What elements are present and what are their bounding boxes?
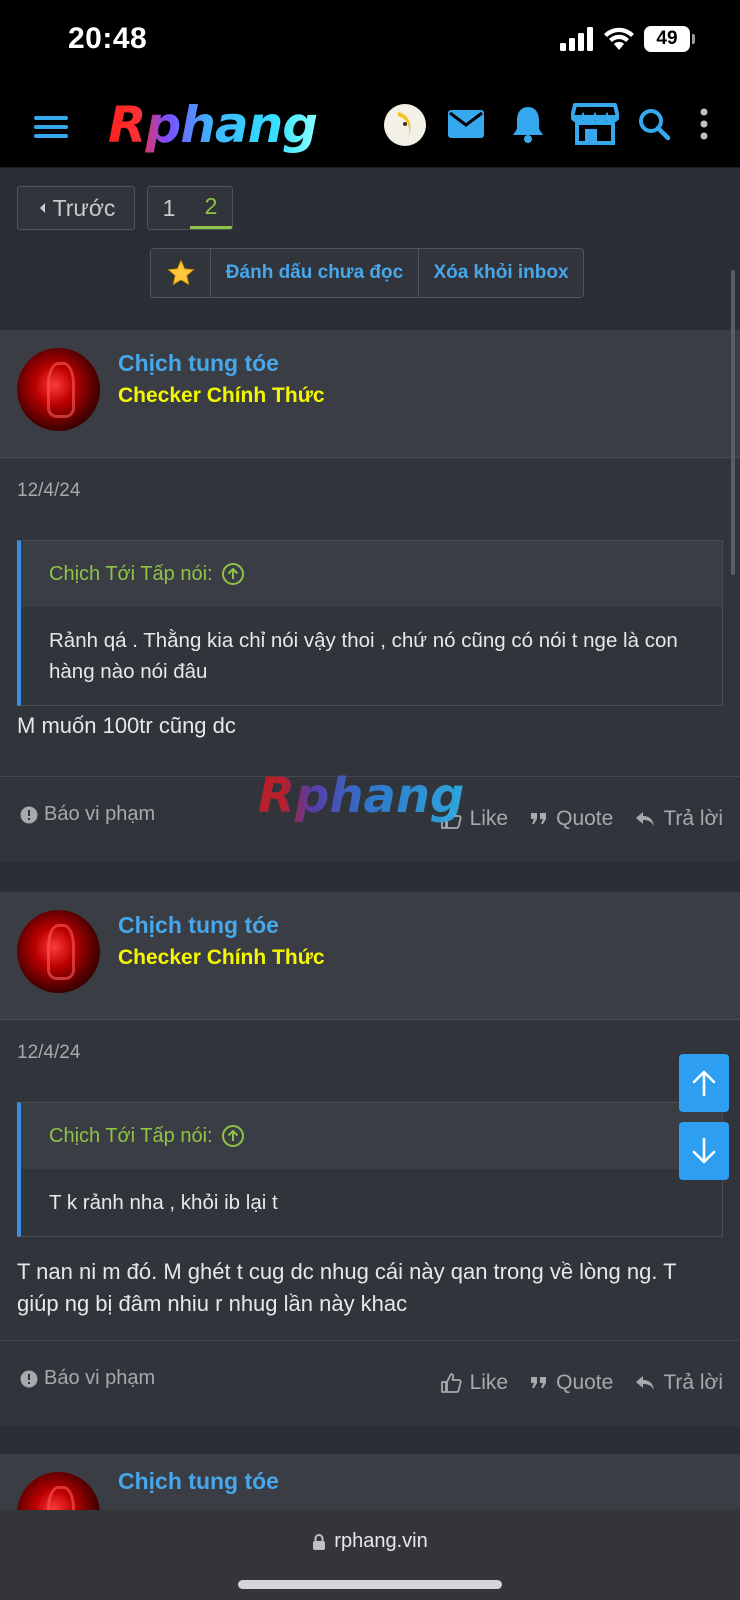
report-button[interactable]: Báo vi phạm xyxy=(20,803,155,826)
battery-icon: 49 xyxy=(644,26,695,52)
status-bar: 20:48 49 xyxy=(0,0,740,84)
reply-icon xyxy=(636,812,655,826)
alert-icon xyxy=(20,806,38,823)
page-1-link[interactable]: 1 xyxy=(148,187,190,229)
alert-icon xyxy=(20,1370,38,1387)
signal-icon xyxy=(560,27,593,51)
quote-header[interactable]: Chịch Tới Tấp nói: xyxy=(21,1103,722,1169)
more-options-icon[interactable] xyxy=(693,104,715,144)
quote-label: Quote xyxy=(556,1371,614,1394)
author-name[interactable]: Chịch tung tóe xyxy=(118,1468,279,1495)
search-icon[interactable] xyxy=(636,106,672,142)
page-scrollbar[interactable] xyxy=(731,270,735,575)
scroll-top-button[interactable] xyxy=(679,1054,729,1112)
author-avatar[interactable] xyxy=(17,348,100,431)
status-icons: 49 xyxy=(560,26,695,52)
post-date[interactable]: 12/4/24 xyxy=(17,1042,80,1064)
reply-label: Trả lời xyxy=(663,807,723,830)
mail-icon[interactable] xyxy=(446,104,486,144)
author-name[interactable]: Chịch tung tóe xyxy=(118,912,279,939)
post-2: Chịch tung tóe Checker Chính Thức 12/4/2… xyxy=(0,892,740,1426)
report-button[interactable]: Báo vi phạm xyxy=(20,1367,155,1390)
arrow-up-circle-icon xyxy=(221,563,244,585)
caret-left-icon xyxy=(39,203,45,213)
reply-label: Trả lời xyxy=(663,1371,723,1394)
like-button[interactable]: Like xyxy=(440,1371,509,1395)
user-avatar[interactable] xyxy=(384,104,426,146)
browser-bottom-bar: rphang.vin xyxy=(0,1510,740,1600)
quote-author: Chịch Tới Tấp nói: xyxy=(49,562,213,585)
author-name[interactable]: Chịch tung tóe xyxy=(118,350,279,377)
quote-button[interactable]: Quote xyxy=(530,1371,613,1395)
post-actions: Like Quote Trả lời xyxy=(440,1371,723,1395)
quote-text: Rảnh qá . Thằng kia chỉ nói vậy thoi , c… xyxy=(21,607,722,705)
bell-icon[interactable] xyxy=(508,102,548,146)
store-icon[interactable] xyxy=(570,102,620,146)
star-icon xyxy=(167,259,194,286)
quote-label: Quote xyxy=(556,807,614,830)
post-header: Chịch tung tóe Checker Chính Thức xyxy=(0,892,740,1020)
banana-avatar-icon xyxy=(398,112,411,138)
post-date[interactable]: 12/4/24 xyxy=(17,480,80,502)
like-label: Like xyxy=(469,807,509,830)
prev-page-label: Trước xyxy=(52,194,116,221)
pagination: Trước 1 2 xyxy=(17,186,233,230)
scroll-bottom-button[interactable] xyxy=(679,1122,729,1180)
post-header: Chịch tung tóe xyxy=(0,1454,740,1510)
report-label: Báo vi phạm xyxy=(44,1367,156,1389)
quote-marks-icon xyxy=(531,813,547,824)
author-avatar[interactable] xyxy=(17,910,100,993)
thread-action-bar: Đánh dấu chưa đọc Xóa khỏi inbox xyxy=(150,248,584,298)
home-indicator[interactable] xyxy=(238,1580,502,1589)
report-label: Báo vi phạm xyxy=(44,803,156,825)
post-footer: Báo vi phạm Like Quote Trả lời xyxy=(0,1340,740,1424)
quote-text: T k rảnh nha , khỏi ib lại t xyxy=(21,1169,722,1236)
post-text: M muốn 100tr cũng dc xyxy=(17,713,236,738)
arrow-up-icon xyxy=(692,1070,716,1097)
page-numbers: 1 2 xyxy=(147,186,233,230)
arrow-down-icon xyxy=(692,1137,716,1164)
address-bar[interactable]: rphang.vin xyxy=(0,1530,740,1553)
top-navbar: Rphang xyxy=(0,84,740,168)
quote-button[interactable]: Quote xyxy=(530,807,613,831)
quote-author: Chịch Tới Tấp nói: xyxy=(49,1124,213,1147)
author-avatar[interactable] xyxy=(17,1472,100,1510)
post-actions: Like Quote Trả lời xyxy=(440,807,723,831)
lock-icon xyxy=(313,1533,326,1550)
post-text: T nan ni m đó. M ghét t cug dc nhug cái … xyxy=(17,1259,677,1316)
status-time: 20:48 xyxy=(68,22,148,55)
url-text: rphang.vin xyxy=(334,1530,428,1552)
like-label: Like xyxy=(469,1371,509,1394)
post-header: Chịch tung tóe Checker Chính Thức xyxy=(0,330,740,458)
post-3: Chịch tung tóe xyxy=(0,1454,740,1510)
mark-unread-button[interactable]: Đánh dấu chưa đọc xyxy=(211,249,419,297)
quote-header[interactable]: Chịch Tới Tấp nói: xyxy=(21,541,722,607)
prev-page-button[interactable]: Trước xyxy=(17,186,135,230)
reply-button[interactable]: Trả lời xyxy=(635,1371,723,1395)
remove-inbox-button[interactable]: Xóa khỏi inbox xyxy=(419,249,583,297)
watermark-logo: Rphang xyxy=(258,768,465,824)
page-2-link[interactable]: 2 xyxy=(190,187,232,229)
wifi-icon xyxy=(604,27,634,50)
bookmark-star-button[interactable] xyxy=(151,249,211,297)
menu-icon[interactable] xyxy=(32,108,70,146)
arrow-up-circle-icon xyxy=(221,1125,244,1147)
site-logo[interactable]: Rphang xyxy=(108,96,318,154)
thumbs-up-icon xyxy=(440,1373,462,1393)
user-title: Checker Chính Thức xyxy=(118,946,325,969)
quote-block: Chịch Tới Tấp nói: T k rảnh nha , khỏi i… xyxy=(17,1102,723,1237)
reply-button[interactable]: Trả lời xyxy=(635,807,723,831)
reply-icon xyxy=(636,1376,655,1390)
quote-block: Chịch Tới Tấp nói: Rảnh qá . Thằng kia c… xyxy=(17,540,723,706)
user-title: Checker Chính Thức xyxy=(118,384,325,407)
quote-marks-icon xyxy=(531,1377,547,1388)
